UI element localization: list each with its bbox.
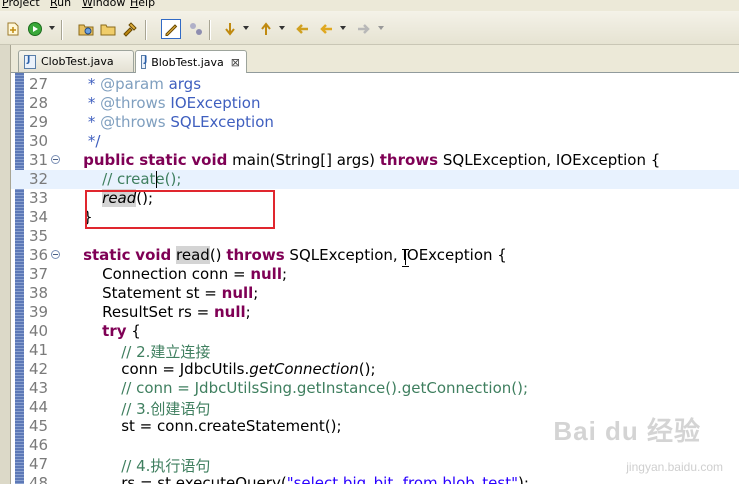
- toolbar-separator: [209, 20, 211, 40]
- mouse-ibeam-cursor: [402, 249, 409, 267]
- toolbar: [0, 11, 739, 45]
- tab-label: ClobTest.java: [41, 55, 114, 68]
- line-number: 40: [29, 322, 49, 340]
- line-number: 39: [29, 303, 49, 321]
- code-text: conn = JdbcUtils.getConnection();: [64, 360, 376, 378]
- java-file-icon: [24, 54, 36, 69]
- code-text: rs = st.executeQuery("select big_bit fro…: [64, 474, 529, 484]
- code-text: public static void main(String[] args) t…: [83, 151, 661, 169]
- run-dropdown-icon[interactable]: [49, 26, 55, 30]
- line-number: 34: [29, 208, 49, 226]
- watermark-url: jingyan.baidu.com: [626, 460, 723, 474]
- code-line-29[interactable]: 29 * @throws SQLException: [11, 113, 739, 132]
- back-icon[interactable]: [318, 21, 334, 37]
- close-tab-icon[interactable]: ⊠: [231, 56, 240, 69]
- tab-blobtest[interactable]: BlobTest.java ⊠: [135, 50, 247, 73]
- line-number: 44: [29, 398, 49, 416]
- line-number: 37: [29, 265, 49, 283]
- code-line-37[interactable]: 37 Connection conn = null;: [11, 265, 739, 284]
- prev-annotation-icon[interactable]: [258, 21, 274, 37]
- code-text: try {: [102, 322, 141, 340]
- dependency-icon[interactable]: [188, 21, 204, 37]
- code-text: static void read() throws SQLException, …: [83, 246, 507, 264]
- code-text: * @throws IOException: [87, 94, 261, 112]
- run-icon[interactable]: [27, 21, 43, 37]
- forward-icon[interactable]: [356, 21, 372, 37]
- build-icon[interactable]: [122, 21, 138, 37]
- fold-toggle-icon[interactable]: [51, 155, 60, 164]
- code-text: // conn = JdbcUtilsSing.getInstance().ge…: [121, 379, 529, 397]
- tab-label: BlobTest.java: [151, 55, 224, 69]
- code-text: Statement st = null;: [64, 284, 259, 302]
- line-number: 33: [29, 189, 49, 207]
- left-panel-strip: [0, 45, 11, 484]
- line-number: 35: [29, 227, 49, 245]
- last-edit-icon[interactable]: [294, 21, 310, 37]
- next-annotation-dropdown-icon[interactable]: [243, 26, 249, 30]
- code-line-48[interactable]: 48 rs = st.executeQuery("select big_bit …: [11, 474, 739, 484]
- code-line-36[interactable]: 36 static void read() throws SQLExceptio…: [11, 246, 739, 265]
- java-file-icon: [141, 55, 148, 69]
- menu-help[interactable]: Help: [130, 0, 155, 9]
- line-number: 38: [29, 284, 49, 302]
- code-text: // 3.创建语句: [121, 400, 211, 418]
- line-number: 28: [29, 94, 49, 112]
- code-text: ResultSet rs = null;: [64, 303, 251, 321]
- toolbar-separator: [61, 20, 63, 40]
- forward-dropdown-icon[interactable]: [378, 26, 384, 30]
- line-number: 32: [29, 170, 49, 188]
- code-text: // 4.执行语句: [121, 457, 211, 475]
- code-editor[interactable]: 27 * @param args 28 * @throws IOException…: [11, 73, 739, 484]
- code-line-42[interactable]: 42 conn = JdbcUtils.getConnection();: [11, 360, 739, 379]
- toggle-mark-icon[interactable]: [161, 19, 181, 39]
- annotation-highlight-box: [85, 190, 275, 229]
- tab-clobtest[interactable]: ClobTest.java: [18, 50, 134, 72]
- code-line-41[interactable]: 41 // 2.建立连接: [11, 341, 739, 361]
- editor-tab-bar: ClobTest.java BlobTest.java ⊠: [0, 45, 739, 73]
- next-annotation-icon[interactable]: [222, 21, 238, 37]
- toolbar-separator: [145, 20, 147, 40]
- fold-toggle-icon[interactable]: [51, 250, 60, 259]
- code-line-32[interactable]: 32 // create();: [11, 170, 739, 189]
- back-dropdown-icon[interactable]: [340, 26, 346, 30]
- code-text: st = conn.createStatement();: [64, 417, 342, 435]
- code-line-30[interactable]: 30 */: [11, 132, 739, 151]
- line-number: 45: [29, 417, 49, 435]
- code-text: // 2.建立连接: [121, 343, 211, 361]
- code-text: // create();: [102, 170, 182, 188]
- line-number: 46: [29, 436, 49, 454]
- code-line-27[interactable]: 27 * @param args: [11, 75, 739, 94]
- code-line-28[interactable]: 28 * @throws IOException: [11, 94, 739, 113]
- code-text: * @param args: [87, 75, 202, 93]
- line-number: 31: [29, 151, 49, 169]
- code-text: */: [87, 132, 101, 150]
- code-text: * @throws SQLException: [87, 113, 274, 131]
- code-line-39[interactable]: 39 ResultSet rs = null;: [11, 303, 739, 322]
- menu-project[interactable]: Project: [2, 0, 40, 9]
- menu-bar: Project Run Window Help: [0, 0, 739, 11]
- code-line-43[interactable]: 43 // conn = JdbcUtilsSing.getInstance()…: [11, 379, 739, 398]
- line-number: 27: [29, 75, 49, 93]
- line-number: 48: [29, 474, 49, 484]
- code-line-38[interactable]: 38 Statement st = null;: [11, 284, 739, 303]
- line-number: 42: [29, 360, 49, 378]
- line-number: 30: [29, 132, 49, 150]
- line-number: 41: [29, 341, 49, 359]
- new-icon[interactable]: [5, 21, 21, 37]
- open-type-icon[interactable]: [78, 21, 94, 37]
- watermark-logo: Bai du 经验: [553, 416, 701, 446]
- code-line-40[interactable]: 40 try {: [11, 322, 739, 341]
- text-caret: [156, 171, 157, 188]
- line-number: 47: [29, 455, 49, 473]
- line-number: 29: [29, 113, 49, 131]
- menu-window[interactable]: Window: [82, 0, 125, 9]
- line-number: 43: [29, 379, 49, 397]
- menu-run[interactable]: Run: [50, 0, 71, 9]
- code-text: Connection conn = null;: [64, 265, 288, 283]
- prev-annotation-dropdown-icon[interactable]: [279, 26, 285, 30]
- code-line-35[interactable]: 35: [11, 227, 739, 246]
- open-folder-icon[interactable]: [100, 21, 116, 37]
- code-line-31[interactable]: 31 public static void main(String[] args…: [11, 151, 739, 170]
- line-number: 36: [29, 246, 49, 264]
